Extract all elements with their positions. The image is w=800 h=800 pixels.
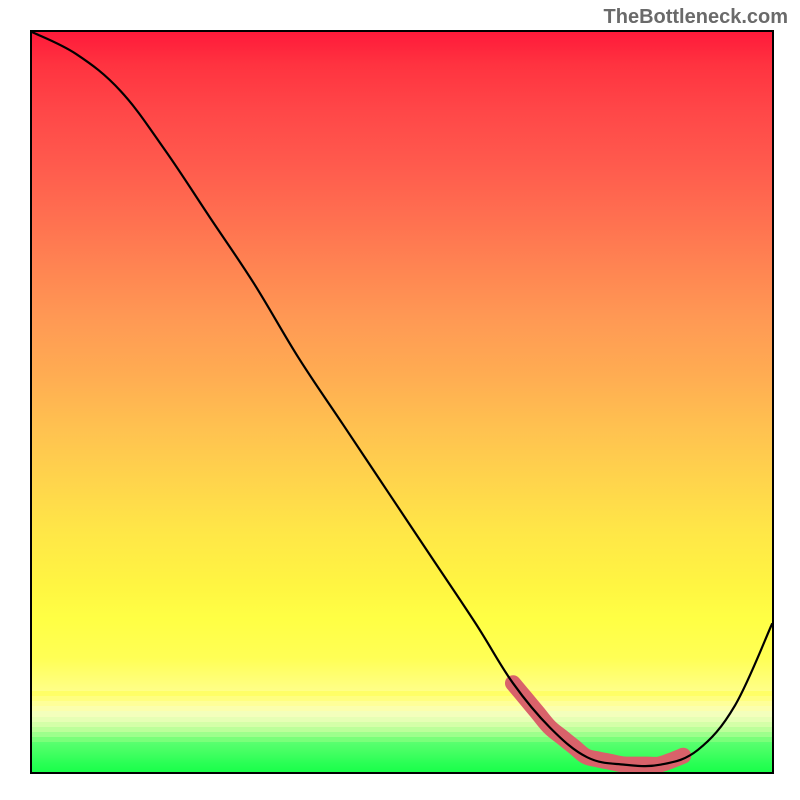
background-gradient — [32, 32, 772, 772]
gradient-band-green — [32, 742, 772, 772]
gradient-band-main — [32, 32, 772, 691]
chart-plot-area — [30, 30, 774, 774]
gradient-band-transition — [32, 691, 772, 743]
watermark-text: TheBottleneck.com — [604, 6, 788, 29]
